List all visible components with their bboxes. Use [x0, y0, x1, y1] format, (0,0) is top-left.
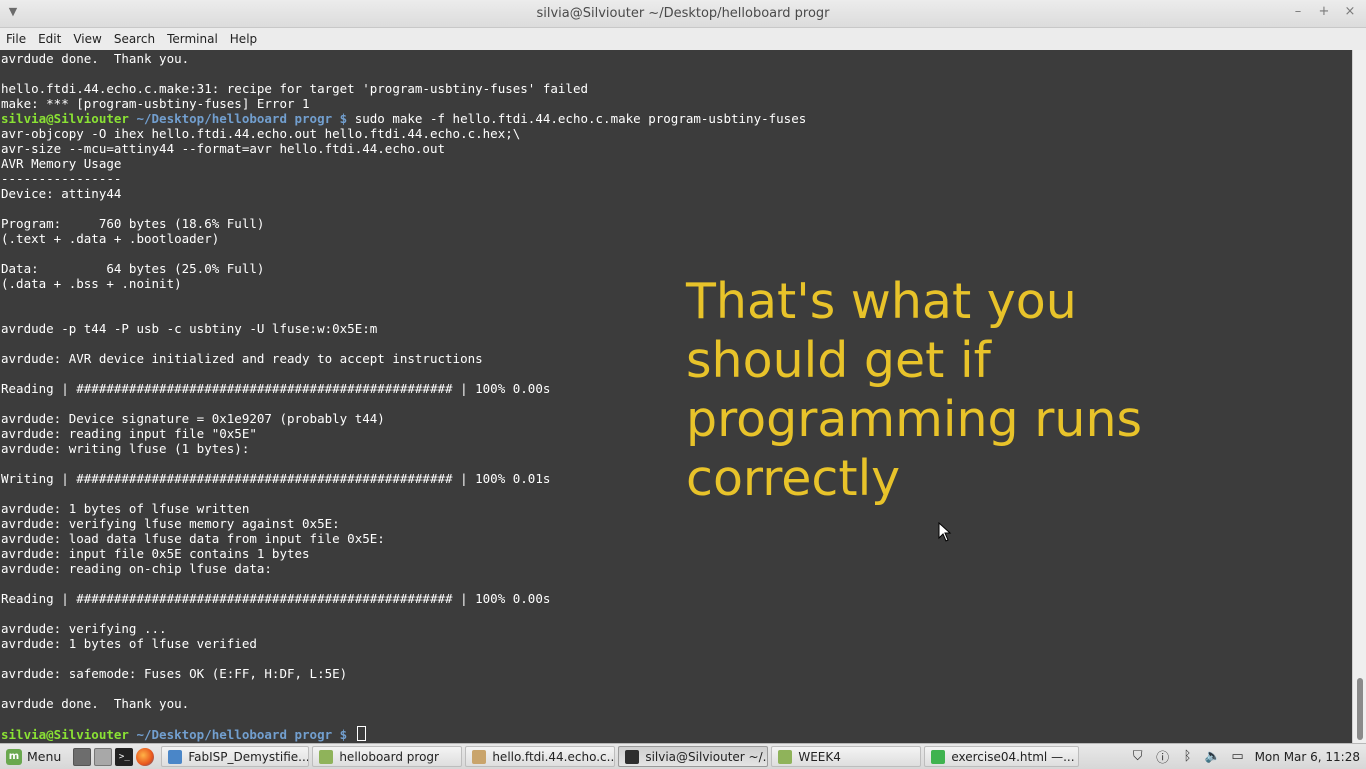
terminal-line: avrdude done. Thank you.	[1, 696, 190, 711]
file-manager-icon[interactable]	[94, 747, 113, 766]
maximize-button[interactable]: +	[1318, 4, 1330, 19]
system-tray: ⛉ ⓘ ᛒ 🔈 ▭ Mon Mar 6, 11:28	[1130, 747, 1366, 766]
taskbar: m Menu >_ FabISP_Demystifie... helloboard…	[0, 743, 1366, 769]
terminal-line: avr-size --mcu=attiny44 --format=avr hel…	[1, 141, 446, 156]
minimize-button[interactable]: –	[1292, 4, 1304, 19]
terminal-line: avrdude: input file 0x5E contains 1 byte…	[1, 546, 310, 561]
menu-edit[interactable]: Edit	[32, 32, 67, 46]
terminal-line: silvia@Silviouter ~/Desktop/helloboard p…	[1, 111, 806, 126]
prompt-command	[347, 727, 355, 742]
menu-file[interactable]: File	[0, 32, 32, 46]
terminal-line: avrdude: verifying lfuse memory against …	[1, 516, 340, 531]
linux-mint-icon: m	[6, 748, 22, 765]
menu-view[interactable]: View	[67, 32, 107, 46]
mouse-pointer-icon	[938, 522, 952, 542]
terminal-line: avrdude: reading on-chip lfuse data:	[1, 561, 272, 576]
annotation-text: That's what you should get if programmin…	[686, 273, 1143, 507]
terminal-line: avrdude: verifying ...	[1, 621, 167, 636]
start-menu-label: Menu	[27, 749, 62, 764]
terminal-scrollbar[interactable]	[1352, 50, 1366, 743]
taskbar-window-button[interactable]: WEEK4	[771, 746, 922, 767]
menu-terminal[interactable]: Terminal	[161, 32, 224, 46]
menubar: File Edit View Search Terminal Help	[0, 28, 1366, 50]
folder-icon	[778, 749, 793, 764]
window-title: silvia@Silviouter ~/Desktop/helloboard p…	[536, 6, 830, 21]
taskbar-window-button[interactable]: helloboard progr	[312, 746, 463, 767]
text-editor-icon	[472, 749, 487, 764]
taskbar-window-button[interactable]: exercise04.html —...	[924, 746, 1080, 767]
terminal-line: hello.ftdi.44.echo.c.make:31: recipe for…	[1, 81, 588, 96]
battery-icon[interactable]: ▭	[1230, 749, 1246, 764]
taskbar-window-label: helloboard progr	[339, 749, 439, 764]
terminal-line: Program: 760 bytes (18.6% Full)	[1, 216, 265, 231]
prompt-command: sudo make -f hello.ftdi.44.echo.c.make p…	[347, 111, 807, 126]
window-controls: – + ×	[1292, 4, 1356, 19]
taskbar-window-label: hello.ftdi.44.echo.c...	[492, 749, 616, 764]
prompt-user: silvia@Silviouter	[1, 727, 129, 742]
brackets-icon	[931, 749, 946, 764]
taskbar-window-button[interactable]: silvia@Silviouter ~/...	[618, 746, 769, 767]
start-menu-button[interactable]: m Menu	[0, 744, 69, 769]
taskbar-window-label: exercise04.html —...	[951, 749, 1075, 764]
terminal-line: avrdude: 1 bytes of lfuse verified	[1, 636, 257, 651]
close-button[interactable]: ×	[1344, 4, 1356, 19]
firefox-icon[interactable]	[136, 747, 155, 766]
scrollbar-thumb[interactable]	[1357, 678, 1363, 740]
menu-help[interactable]: Help	[224, 32, 263, 46]
menu-search[interactable]: Search	[108, 32, 161, 46]
terminal-launcher-icon[interactable]: >_	[115, 747, 134, 766]
terminal-output[interactable]: avrdude done. Thank you. hello.ftdi.44.ec…	[0, 50, 1352, 743]
taskbar-window-label: FabISP_Demystifie...	[188, 749, 310, 764]
terminal-icon	[625, 749, 640, 764]
terminal-line: AVR Memory Usage	[1, 156, 122, 171]
quick-launch: >_	[69, 747, 158, 766]
prompt-user: silvia@Silviouter	[1, 111, 129, 126]
taskbar-window-button[interactable]: hello.ftdi.44.echo.c...	[465, 746, 616, 767]
taskbar-window-label: WEEK4	[798, 749, 841, 764]
terminal-line: ----------------	[1, 171, 122, 186]
terminal-line: avr-objcopy -O ihex hello.ftdi.44.echo.o…	[1, 126, 521, 141]
shield-icon[interactable]: ⛉	[1130, 749, 1146, 764]
clock[interactable]: Mon Mar 6, 11:28	[1255, 750, 1360, 764]
task-list: FabISP_Demystifie... helloboard progr hell…	[158, 746, 1080, 767]
terminal-line: avrdude done. Thank you.	[1, 51, 190, 66]
folder-icon	[319, 749, 334, 764]
terminal-cursor	[356, 726, 366, 741]
prompt-path: ~/Desktop/helloboard progr $	[128, 111, 348, 126]
terminal-line: (.text + .data + .bootloader)	[1, 231, 220, 246]
volume-icon[interactable]: 🔈	[1205, 749, 1221, 764]
taskbar-window-label: silvia@Silviouter ~/...	[645, 749, 769, 764]
terminal-line: Reading | ##############################…	[1, 591, 551, 606]
info-icon[interactable]: ⓘ	[1155, 747, 1171, 766]
terminal-line: silvia@Silviouter ~/Desktop/helloboard p…	[1, 726, 806, 742]
taskbar-window-button[interactable]: FabISP_Demystifie...	[161, 746, 310, 767]
bluetooth-icon[interactable]: ᛒ	[1180, 749, 1196, 764]
window-titlebar: ▼ silvia@Silviouter ~/Desktop/helloboard…	[0, 0, 1366, 28]
terminal-line: avrdude: load data lfuse data from input…	[1, 531, 385, 546]
show-desktop-icon[interactable]	[73, 747, 92, 766]
terminal-line: Device: attiny44	[1, 186, 122, 201]
terminal-line: avrdude: safemode: Fuses OK (E:FF, H:DF,…	[1, 666, 348, 681]
prompt-path: ~/Desktop/helloboard progr $	[128, 727, 348, 742]
terminal-line: make: *** [program-usbtiny-fuses] Error …	[1, 96, 310, 111]
chromium-icon	[168, 749, 183, 764]
